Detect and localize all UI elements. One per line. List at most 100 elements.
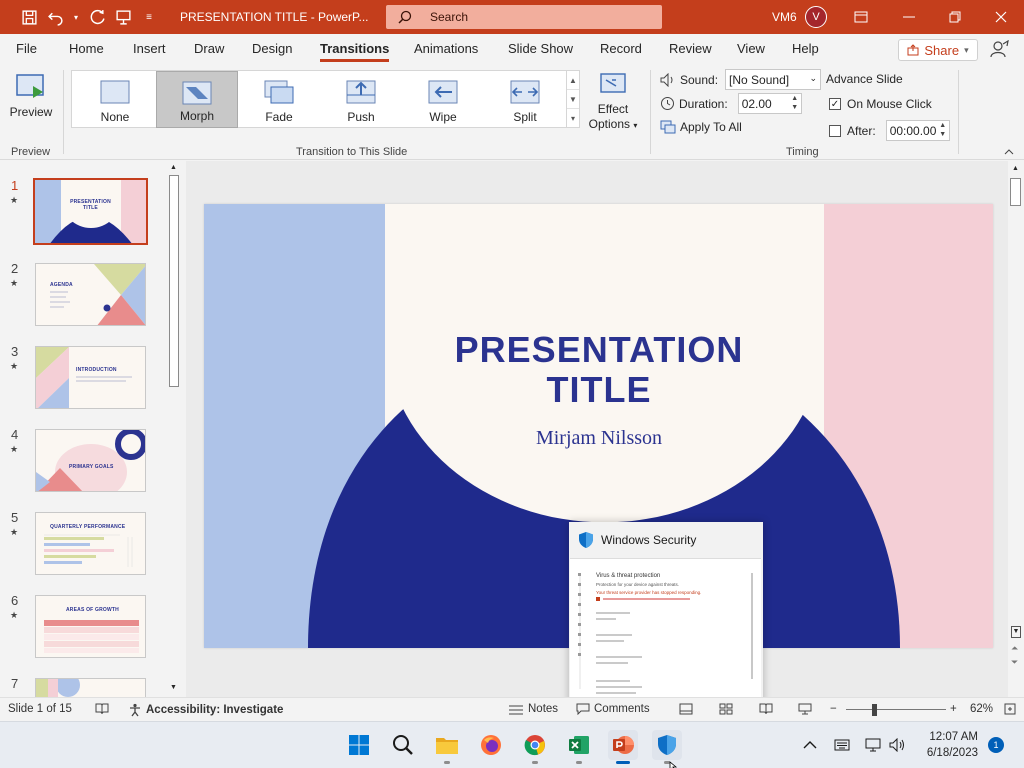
transition-morph[interactable]: Morph [156, 71, 238, 128]
gallery-down-icon[interactable]: ▼ [567, 90, 579, 109]
clock-date[interactable]: 6/18/2023 [918, 747, 978, 759]
collapse-ribbon-icon[interactable] [1004, 147, 1014, 158]
transition-fade[interactable]: Fade [238, 71, 320, 128]
taskbar-search-icon[interactable] [388, 730, 418, 760]
scroll-up-icon[interactable]: ▲ [1012, 165, 1019, 172]
present-icon[interactable] [110, 0, 136, 34]
slide-thumbnail-1[interactable]: PRESENTATION TITLE [33, 178, 148, 245]
coauthor-icon[interactable] [990, 39, 1010, 61]
slide-sorter-icon[interactable] [719, 703, 733, 715]
thumb-number: 2 [11, 261, 19, 276]
redo-icon[interactable] [84, 0, 110, 34]
scroll-thumb[interactable] [169, 175, 179, 387]
powerpoint-icon[interactable] [608, 730, 638, 760]
close-button[interactable] [978, 0, 1024, 34]
transition-none[interactable]: None [74, 71, 156, 128]
after-input[interactable]: 00:00.00 ▲ ▼ [885, 120, 950, 141]
chrome-icon[interactable] [520, 730, 550, 760]
share-button[interactable]: Share ▾ [898, 39, 978, 61]
editor-scrollbar[interactable]: ▲ ▼ ⏶ ⏷ [1008, 161, 1024, 697]
tab-review[interactable]: Review [669, 41, 712, 56]
scroll-up-icon[interactable]: ▲ [170, 164, 177, 171]
duration-input[interactable]: 02.00 ▲ ▼ [737, 93, 802, 114]
ribbon-display-options-icon[interactable] [838, 0, 884, 34]
windows-security-taskbar-icon[interactable] [652, 730, 682, 760]
zoom-slider[interactable] [846, 709, 946, 710]
transition-push-icon [346, 80, 376, 104]
duration-spinner[interactable]: ▲ ▼ [789, 94, 801, 113]
after-spinner[interactable]: ▲ ▼ [937, 121, 949, 140]
next-slide-icon[interactable]: ⏷ [1011, 657, 1018, 668]
volume-icon[interactable] [882, 730, 912, 760]
clock-time[interactable]: 12:07 AM [922, 731, 978, 743]
gallery-more-icon[interactable]: ▾ [567, 109, 579, 128]
excel-icon[interactable] [564, 730, 594, 760]
slide-show-icon[interactable] [798, 703, 812, 715]
thumbnail-scrollbar[interactable]: ▲ ▼ [167, 161, 181, 697]
tab-slide-show[interactable]: Slide Show [508, 41, 573, 56]
tab-design[interactable]: Design [252, 41, 292, 56]
tab-insert[interactable]: Insert [133, 41, 166, 56]
spelling-icon[interactable] [95, 703, 109, 715]
notes-label: Notes [528, 703, 559, 715]
transition-split[interactable]: Split [484, 71, 566, 128]
gallery-up-icon[interactable]: ▲ [567, 71, 579, 90]
slide-thumbnail-2[interactable]: AGENDA [35, 263, 146, 326]
slide-subtitle[interactable]: Mirjam Nilsson [404, 427, 794, 450]
tab-draw[interactable]: Draw [194, 41, 224, 56]
normal-view-icon[interactable] [679, 703, 693, 715]
zoom-slider-thumb[interactable] [872, 704, 877, 716]
tab-animations[interactable]: Animations [414, 41, 478, 56]
minimize-button[interactable] [886, 0, 932, 34]
notes-button[interactable]: Notes [508, 703, 558, 715]
save-icon[interactable] [16, 0, 42, 34]
preview-button[interactable]: Preview [8, 72, 54, 119]
comments-button[interactable]: Comments [576, 703, 650, 715]
sound-select[interactable]: [No Sound] ⌄ [725, 69, 822, 90]
customize-toolbar-icon[interactable]: ≡ [136, 0, 162, 34]
after-value: 00:00.00 [889, 123, 937, 138]
slide-title[interactable]: PRESENTATION TITLE [404, 330, 794, 410]
previous-slide-icon[interactable]: ⏶ [1011, 643, 1018, 654]
slide-thumbnail-7[interactable] [35, 678, 146, 697]
after-checkbox[interactable] [829, 124, 841, 137]
tab-view[interactable]: View [737, 41, 765, 56]
scroll-down-icon[interactable]: ▼ [170, 684, 177, 691]
slide-thumbnail-4[interactable]: PRIMARY GOALS [35, 429, 146, 492]
tab-help[interactable]: Help [792, 41, 819, 56]
notification-badge[interactable]: 1 [988, 737, 1004, 753]
tab-home[interactable]: Home [69, 41, 104, 56]
reading-view-icon[interactable] [759, 703, 773, 715]
avatar[interactable]: V [805, 6, 827, 28]
undo-dropdown-icon[interactable]: ▾ [68, 0, 84, 34]
transition-wipe[interactable]: Wipe [402, 71, 484, 128]
search-box[interactable]: Search [386, 5, 662, 29]
keyboard-icon[interactable] [827, 730, 857, 760]
zoom-out-button[interactable]: − [830, 703, 837, 715]
file-explorer-icon[interactable] [432, 730, 462, 760]
tab-record[interactable]: Record [600, 41, 642, 56]
effect-options-button[interactable]: Effect Options ▾ [586, 72, 640, 133]
apply-to-all-button[interactable]: Apply To All [660, 120, 742, 134]
zoom-level[interactable]: 62% [970, 703, 993, 715]
scroll-thumb[interactable] [1010, 178, 1021, 206]
on-mouse-click-checkbox[interactable]: ✓ [829, 98, 841, 110]
slide-thumbnail-6[interactable]: AREAS OF GROWTH [35, 595, 146, 658]
transition-push[interactable]: Push [320, 71, 402, 128]
zoom-in-button[interactable]: + [950, 703, 957, 715]
tab-file[interactable]: File [16, 41, 37, 56]
accessibility-status[interactable]: Accessibility: Investigate [128, 703, 283, 717]
show-hidden-icons-icon[interactable] [795, 730, 825, 760]
fit-to-window-icon[interactable] [1004, 703, 1016, 715]
slide-thumbnail-3[interactable]: INTRODUCTION [35, 346, 146, 409]
undo-icon[interactable] [42, 0, 68, 34]
slide-thumbnail-5[interactable]: QUARTERLY PERFORMANCE [35, 512, 146, 575]
on-mouse-click-row[interactable]: ✓ On Mouse Click [829, 97, 932, 111]
restore-button[interactable] [932, 0, 978, 34]
windows-security-preview[interactable]: Windows Security Virus & threat protecti… [569, 522, 763, 708]
slide-title-line-2: TITLE [546, 369, 652, 410]
tab-transitions[interactable]: Transitions [320, 41, 390, 62]
start-button-icon[interactable] [344, 730, 374, 760]
firefox-icon[interactable] [476, 730, 506, 760]
scroll-down-icon[interactable]: ▼ [1011, 626, 1021, 638]
